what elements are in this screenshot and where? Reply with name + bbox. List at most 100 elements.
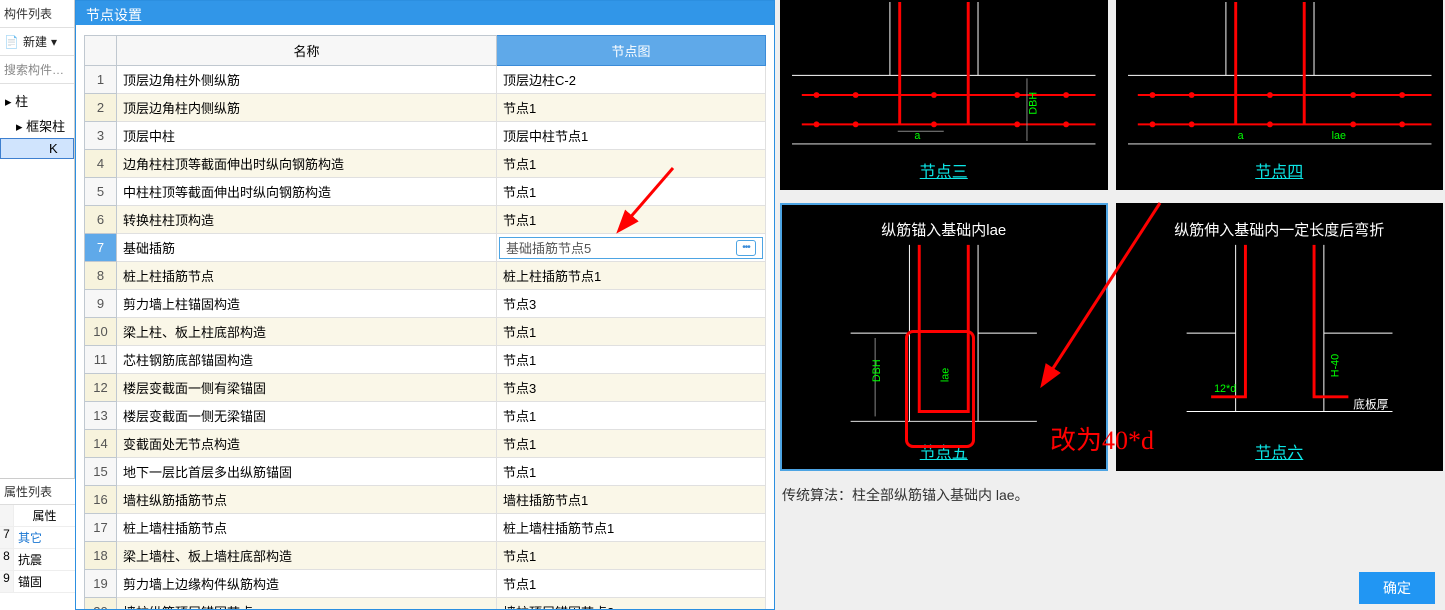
table-row[interactable]: 6转换柱柱顶构造节点1 <box>85 206 766 234</box>
name-cell[interactable]: 桩上柱插筋节点 <box>117 262 497 290</box>
name-cell[interactable]: 桩上墙柱插筋节点 <box>117 514 497 542</box>
name-cell[interactable]: 顶层边角柱外侧纵筋 <box>117 66 497 94</box>
name-cell[interactable]: 变截面处无节点构造 <box>117 430 497 458</box>
tree-item-k[interactable]: K <box>0 138 74 159</box>
img-cell[interactable]: 节点3 <box>497 374 766 402</box>
new-button[interactable]: 📄 新建 ▾ <box>0 28 74 56</box>
highlight-rectangle <box>905 330 975 448</box>
row-number: 6 <box>85 206 117 234</box>
row-num-header <box>85 36 117 66</box>
table-row[interactable]: 1顶层边角柱外侧纵筋顶层边柱C-2 <box>85 66 766 94</box>
img-cell[interactable]: 节点1 <box>497 402 766 430</box>
name-cell[interactable]: 楼层变截面一侧无梁锚固 <box>117 402 497 430</box>
img-cell[interactable]: 基础插筋节点5 ••• <box>497 234 766 262</box>
name-cell[interactable]: 基础插筋 <box>117 234 497 262</box>
table-row[interactable]: 2顶层边角柱内侧纵筋节点1 <box>85 94 766 122</box>
dialog-title: 节点设置 <box>76 1 774 25</box>
table-row[interactable]: 12楼层变截面一侧有梁锚固节点3 <box>85 374 766 402</box>
table-row[interactable]: 16墙柱纵筋插筋节点墙柱插筋节点1 <box>85 486 766 514</box>
tree-item-column[interactable]: ▸ 柱 <box>0 88 74 113</box>
property-row[interactable]: 7 其它 <box>0 527 75 549</box>
img-cell[interactable]: 节点1 <box>497 318 766 346</box>
img-cell[interactable]: 顶层边柱C-2 <box>497 66 766 94</box>
table-row[interactable]: 7基础插筋基础插筋节点5 ••• <box>85 234 766 262</box>
name-cell[interactable]: 楼层变截面一侧有梁锚固 <box>117 374 497 402</box>
name-cell[interactable]: 中柱柱顶等截面伸出时纵向钢筋构造 <box>117 178 497 206</box>
svg-text:a: a <box>914 130 920 142</box>
table-row[interactable]: 20墙柱纵筋顶层锚固节点墙柱顶层锚固节点2 <box>85 598 766 610</box>
name-cell[interactable]: 边角柱柱顶等截面伸出时纵向钢筋构造 <box>117 150 497 178</box>
name-cell[interactable]: 芯柱钢筋底部锚固构造 <box>117 346 497 374</box>
input-value: 基础插筋节点5 <box>506 238 591 257</box>
row-number: 9 <box>85 290 117 318</box>
thumb-node6[interactable]: 纵筋伸入基础内一定长度后弯折 12*d H-40 底板厚 节点六 <box>1116 203 1444 471</box>
property-row[interactable]: 8 抗震 <box>0 549 75 571</box>
img-cell[interactable]: 桩上柱插筋节点1 <box>497 262 766 290</box>
row-number: 7 <box>85 234 117 262</box>
table-row[interactable]: 18梁上墙柱、板上墙柱底部构造节点1 <box>85 542 766 570</box>
table-row[interactable]: 11芯柱钢筋底部锚固构造节点1 <box>85 346 766 374</box>
img-cell[interactable]: 节点1 <box>497 178 766 206</box>
thumb-title: 纵筋锚入基础内lae <box>881 219 1006 240</box>
component-list-header: 构件列表 <box>0 0 74 28</box>
img-cell[interactable]: 节点1 <box>497 458 766 486</box>
table-row[interactable]: 5中柱柱顶等截面伸出时纵向钢筋构造节点1 <box>85 178 766 206</box>
img-cell[interactable]: 节点1 <box>497 542 766 570</box>
img-cell[interactable]: 节点1 <box>497 346 766 374</box>
name-cell[interactable]: 剪力墙上柱锚固构造 <box>117 290 497 318</box>
table-row[interactable]: 13楼层变截面一侧无梁锚固节点1 <box>85 402 766 430</box>
annotation-text: 改为40*d <box>1050 420 1154 457</box>
name-cell[interactable]: 梁上柱、板上柱底部构造 <box>117 318 497 346</box>
table-row[interactable]: 8桩上柱插筋节点桩上柱插筋节点1 <box>85 262 766 290</box>
table-row[interactable]: 15地下一层比首层多出纵筋锚固节点1 <box>85 458 766 486</box>
thumb-node4[interactable]: a lae 节点四 <box>1116 0 1444 190</box>
chevron-down-icon: ▾ <box>51 35 57 49</box>
img-cell[interactable]: 墙柱插筋节点1 <box>497 486 766 514</box>
row-number: 15 <box>85 458 117 486</box>
name-cell[interactable]: 转换柱柱顶构造 <box>117 206 497 234</box>
table-row[interactable]: 10梁上柱、板上柱底部构造节点1 <box>85 318 766 346</box>
name-cell[interactable]: 顶层中柱 <box>117 122 497 150</box>
new-label: 新建 <box>23 33 47 50</box>
img-cell[interactable]: 顶层中柱节点1 <box>497 122 766 150</box>
thumb-label: 节点四 <box>1255 158 1303 182</box>
table-row[interactable]: 4边角柱柱顶等截面伸出时纵向钢筋构造节点1 <box>85 150 766 178</box>
ellipsis-icon[interactable]: ••• <box>736 240 756 256</box>
confirm-button[interactable]: 确定 <box>1359 572 1435 604</box>
img-cell[interactable]: 节点1 <box>497 150 766 178</box>
thumb-node3[interactable]: a DBH 节点三 <box>780 0 1108 190</box>
thumb-label: 节点六 <box>1255 439 1303 463</box>
property-row[interactable]: 9 锚固 <box>0 571 75 593</box>
name-cell[interactable]: 梁上墙柱、板上墙柱底部构造 <box>117 542 497 570</box>
name-cell[interactable]: 顶层边角柱内侧纵筋 <box>117 94 497 122</box>
img-header[interactable]: 节点图 <box>497 36 766 66</box>
img-cell[interactable]: 桩上墙柱插筋节点1 <box>497 514 766 542</box>
table-row[interactable]: 17桩上墙柱插筋节点桩上墙柱插筋节点1 <box>85 514 766 542</box>
search-input[interactable]: 搜索构件… <box>0 56 74 84</box>
table-row[interactable]: 14变截面处无节点构造节点1 <box>85 430 766 458</box>
img-cell[interactable]: 节点1 <box>497 206 766 234</box>
svg-text:12*d: 12*d <box>1214 383 1236 395</box>
name-cell[interactable]: 墙柱纵筋插筋节点 <box>117 486 497 514</box>
property-col-header: 属性 <box>0 505 75 527</box>
img-cell[interactable]: 节点1 <box>497 430 766 458</box>
svg-text:DBH: DBH <box>871 359 883 382</box>
row-number: 8 <box>85 262 117 290</box>
property-list: 属性列表 属性 7 其它 8 抗震 9 锚固 <box>0 478 75 610</box>
img-cell[interactable]: 墙柱顶层锚固节点2 <box>497 598 766 610</box>
name-cell[interactable]: 墙柱纵筋顶层锚固节点 <box>117 598 497 610</box>
img-cell[interactable]: 节点3 <box>497 290 766 318</box>
node-img-input[interactable]: 基础插筋节点5 ••• <box>499 237 763 259</box>
node-table: 名称 节点图 1顶层边角柱外侧纵筋顶层边柱C-22顶层边角柱内侧纵筋节点13顶层… <box>84 35 766 609</box>
img-cell[interactable]: 节点1 <box>497 94 766 122</box>
name-header[interactable]: 名称 <box>117 36 497 66</box>
name-cell[interactable]: 地下一层比首层多出纵筋锚固 <box>117 458 497 486</box>
table-row[interactable]: 9剪力墙上柱锚固构造节点3 <box>85 290 766 318</box>
table-row[interactable]: 19剪力墙上边缘构件纵筋构造节点1 <box>85 570 766 598</box>
row-number: 16 <box>85 486 117 514</box>
table-row[interactable]: 3顶层中柱顶层中柱节点1 <box>85 122 766 150</box>
name-cell[interactable]: 剪力墙上边缘构件纵筋构造 <box>117 570 497 598</box>
img-cell[interactable]: 节点1 <box>497 570 766 598</box>
tree-item-frame-column[interactable]: ▸ 框架柱 <box>0 113 74 138</box>
row-number: 13 <box>85 402 117 430</box>
